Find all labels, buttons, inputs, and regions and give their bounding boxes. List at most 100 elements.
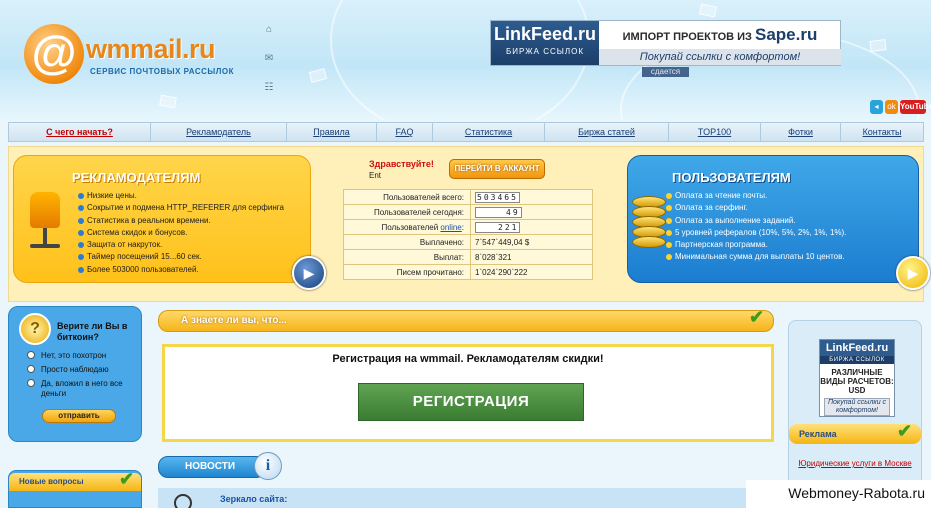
envelope-decoration-icon xyxy=(699,3,717,18)
nav-top100[interactable]: TOP100 xyxy=(669,123,761,141)
stat-label: Писем прочитано: xyxy=(343,264,471,280)
radio-button[interactable] xyxy=(27,379,35,387)
stat-value: 49 xyxy=(470,204,593,220)
envelope-decoration-icon xyxy=(159,94,177,109)
users-title: ПОЛЬЗОВАТЕЛЯМ xyxy=(672,170,791,185)
stat-value: 7`547`449,04 $ xyxy=(470,234,593,250)
youtube-icon[interactable]: YouTube xyxy=(900,100,931,114)
table-row: Пользователей всего: 503465 xyxy=(343,189,593,205)
checkmark-icon: ✔ xyxy=(119,469,135,489)
nav-advertiser[interactable]: Рекламодатель xyxy=(151,123,287,141)
list-item: Оплата за чтение почты. xyxy=(666,190,846,202)
list-item: Сокрытие и подмена HTTP_REFERER для серф… xyxy=(78,202,284,214)
table-row: Пользователей сегодня: 49 xyxy=(343,204,593,220)
home-icon[interactable]: ⌂ xyxy=(262,24,276,44)
list-item: Оплата за выполнение заданий. xyxy=(666,215,846,227)
side-banner-brand-sub: БИРЖА ССЫЛОК xyxy=(820,356,894,364)
banner-brand: LinkFeed.ru БИРЖА ССЫЛОК xyxy=(491,21,599,65)
telegram-icon[interactable]: ◂ xyxy=(870,100,883,114)
banner-import: ИМПОРТ ПРОЕКТОВ ИЗ Sape.ru xyxy=(599,21,841,49)
radio-button[interactable] xyxy=(27,351,35,359)
users-online-counter: 221 xyxy=(475,221,521,233)
users-box[interactable]: ПОЛЬЗОВАТЕЛЯМ Оплата за чтение почты. Оп… xyxy=(627,155,930,290)
registration-button[interactable]: РЕГИСТРАЦИЯ xyxy=(358,383,584,421)
linkfeed-top-banner[interactable]: LinkFeed.ru БИРЖА ССЫЛОК ИМПОРТ ПРОЕКТОВ… xyxy=(490,20,841,66)
list-item: Низкие цены. xyxy=(78,190,284,202)
info-icon[interactable]: i xyxy=(254,452,282,480)
list-item: Защита от накруток. xyxy=(78,239,284,251)
poll-option-label: Нет, это похотрон xyxy=(41,351,107,360)
nav-contacts[interactable]: Контакты xyxy=(841,123,923,141)
watermark: Webmoney-Rabota.ru xyxy=(746,480,931,508)
nav-article-exchange[interactable]: Биржа статей xyxy=(545,123,669,141)
checkmark-icon: ✔ xyxy=(897,421,913,441)
list-item: Более 503000 пользователей. xyxy=(78,264,284,276)
nav-rules[interactable]: Правила xyxy=(287,123,377,141)
logo-name: wmmail.ru xyxy=(86,34,216,64)
site-logo[interactable]: @ wmmail.ru СЕРВИС ПОЧТОВЫХ РАССЫЛОК xyxy=(24,24,244,86)
poll-option-label: Просто наблюдаю xyxy=(41,365,109,374)
logo-at-icon: @ xyxy=(24,24,84,84)
side-banner-brand: LinkFeed.ru xyxy=(820,340,894,356)
registration-message: Регистрация на wmmail. Рекламодателям ск… xyxy=(332,353,604,365)
table-row: Пользователей online: 221 xyxy=(343,219,593,235)
list-item: 5 уровней рефералов (10%, 5%, 2%, 1%, 1%… xyxy=(666,227,846,239)
go-to-account-button[interactable]: ПЕРЕЙТИ В АККАУНТ xyxy=(449,159,545,179)
banner-slogan: Покупай ссылки с комфортом! xyxy=(599,49,841,65)
radio-button[interactable] xyxy=(27,365,35,373)
news-tab[interactable]: НОВОСТИ xyxy=(158,456,266,478)
did-you-know-title: А знаете ли вы, что... xyxy=(181,315,287,326)
globe-icon xyxy=(174,494,192,508)
list-item: Таймер посещений 15...60 сек. xyxy=(78,251,284,263)
users-features: Оплата за чтение почты. Оплата за серфин… xyxy=(666,190,846,264)
legal-services-link[interactable]: Юридические услуги в Москве xyxy=(793,459,917,469)
poll-option[interactable]: Да, вложил в него все деньги xyxy=(27,379,141,399)
banner-for-rent-badge[interactable]: сдается xyxy=(642,67,689,77)
table-row: Писем прочитано: 1`024`290`222 xyxy=(343,264,593,280)
odnoklassniki-icon[interactable]: ok xyxy=(885,100,898,114)
nav-statistics[interactable]: Статистика xyxy=(433,123,545,141)
greeting-username: Ent xyxy=(369,171,382,180)
list-item: Система скидок и бонусов. xyxy=(78,227,284,239)
list-item: Оплата за серфинг. xyxy=(666,202,846,214)
side-banner-text: РАЗЛИЧНЫЕ ВИДЫ РАСЧЕТОВ: USD xyxy=(820,368,894,395)
list-item: Статистика в реальном времени. xyxy=(78,215,284,227)
nav-start[interactable]: С чего начать? xyxy=(9,123,151,141)
stat-label: Выплачено: xyxy=(343,234,471,250)
nav-faq[interactable]: FAQ xyxy=(377,123,433,141)
table-row: Выплат: 8`028`321 xyxy=(343,249,593,265)
banner-brand-name: LinkFeed.ru xyxy=(493,24,596,44)
greeting-hello: Здравствуйте! xyxy=(369,159,434,169)
poll-question: Верите ли Вы в биткоин? xyxy=(57,321,128,342)
nav-photos[interactable]: Фотки xyxy=(761,123,841,141)
envelope-decoration-icon xyxy=(869,38,887,53)
banner-text: ИМПОРТ ПРОЕКТОВ ИЗ Sape.ru Покупай ссылк… xyxy=(599,21,841,65)
registration-box: Регистрация на wmmail. Рекламодателям ск… xyxy=(162,344,774,442)
logo-subtitle: СЕРВИС ПОЧТОВЫХ РАССЫЛОК xyxy=(90,67,234,76)
linkfeed-side-banner[interactable]: LinkFeed.ru БИРЖА ССЫЛОК РАЗЛИЧНЫЕ ВИДЫ … xyxy=(819,339,895,417)
banner-brand-sub: БИРЖА ССЫЛОК xyxy=(506,47,584,56)
mirror-title: Зеркало сайта: xyxy=(220,494,288,504)
poll-icon: ? xyxy=(19,313,51,345)
online-link[interactable]: online xyxy=(440,223,461,232)
poll-option[interactable]: Просто наблюдаю xyxy=(27,365,141,375)
poll-option[interactable]: Нет, это похотрон xyxy=(27,351,141,361)
advertisers-box[interactable]: РЕКЛАМОДАТЕЛЯМ Низкие цены. Сокрытие и п… xyxy=(13,155,326,290)
coins-icon xyxy=(632,192,666,254)
site-stats-table: Пользователей всего: 503465 Пользователе… xyxy=(343,189,593,280)
sitemap-icon[interactable]: ☷ xyxy=(262,82,276,102)
stat-value: 1`024`290`222 xyxy=(470,264,593,280)
promo-row: РЕКЛАМОДАТЕЛЯМ Низкие цены. Сокрытие и п… xyxy=(8,146,930,302)
poll-submit-button[interactable]: отправить xyxy=(42,409,116,423)
advertisers-play-icon[interactable]: ▶ xyxy=(292,256,326,290)
advertisers-title: РЕКЛАМОДАТЕЛЯМ xyxy=(72,170,201,185)
users-today-counter: 49 xyxy=(475,206,522,218)
users-total-counter: 503465 xyxy=(475,191,520,203)
envelope-decoration-icon xyxy=(308,68,328,83)
online-label-prefix: Пользователей xyxy=(381,222,441,232)
did-you-know-bar: А знаете ли вы, что... ✔ xyxy=(158,307,774,332)
users-play-icon[interactable]: ▶ xyxy=(896,256,930,290)
table-row: Выплачено: 7`547`449,04 $ xyxy=(343,234,593,250)
advertising-title: Реклама xyxy=(799,429,837,439)
mail-icon[interactable]: ✉ xyxy=(262,53,276,73)
